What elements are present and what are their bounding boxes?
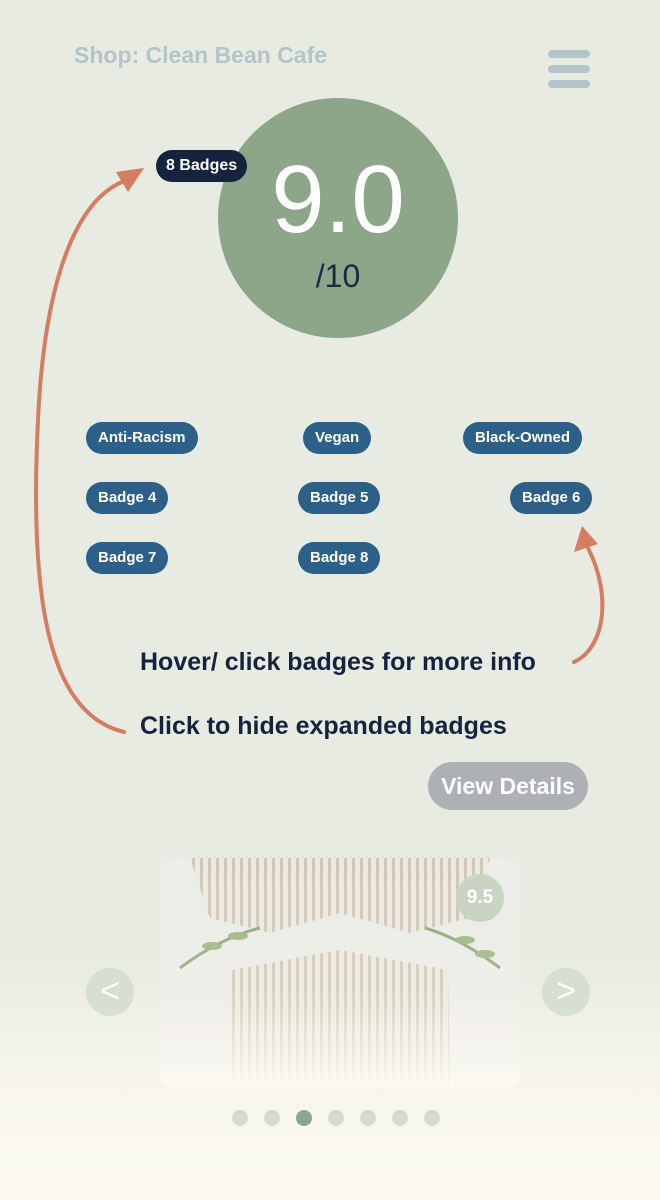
view-details-button[interactable]: View Details [428,762,588,810]
score-max: /10 [315,258,361,294]
carousel-dot-active[interactable] [296,1110,312,1126]
badge-7[interactable]: Badge 7 [86,542,169,574]
card-score-badge: 9.5 [456,874,504,922]
shop-title: Shop: Clean Bean Cafe [74,42,328,68]
badge-6[interactable]: Badge 6 [510,482,593,514]
carousel-dot[interactable] [232,1110,248,1126]
carousel-dot[interactable] [328,1110,344,1126]
badge-vegan[interactable]: Vegan [303,422,372,454]
hide-badges-note: Click to hide expanded badges [140,712,507,740]
hover-badges-arrow [572,546,605,664]
hide-badges-arrowhead [116,168,144,192]
carousel-prev-button[interactable]: < [86,968,134,1016]
score-value: 9.0 [271,146,405,253]
badge-anti-racism[interactable]: Anti-Racism [86,422,198,454]
carousel-dot[interactable] [264,1110,280,1126]
hover-info-note: Hover/ click badges for more info [140,648,536,676]
badge-count-toggle[interactable]: 8 Badges [156,150,248,182]
hide-badges-arrow [34,180,126,734]
carousel-next-button[interactable]: > [542,968,590,1016]
badge-5[interactable]: Badge 5 [298,482,381,514]
badge-black-owned[interactable]: Black-Owned [463,422,583,454]
hamburger-menu-icon[interactable] [546,46,590,92]
badge-4[interactable]: Badge 4 [86,482,169,514]
badge-8[interactable]: Badge 8 [298,542,381,574]
hover-badges-arrowhead [574,526,598,552]
carousel-dot[interactable] [392,1110,408,1126]
carousel-dot[interactable] [360,1110,376,1126]
carousel-dot[interactable] [424,1110,440,1126]
